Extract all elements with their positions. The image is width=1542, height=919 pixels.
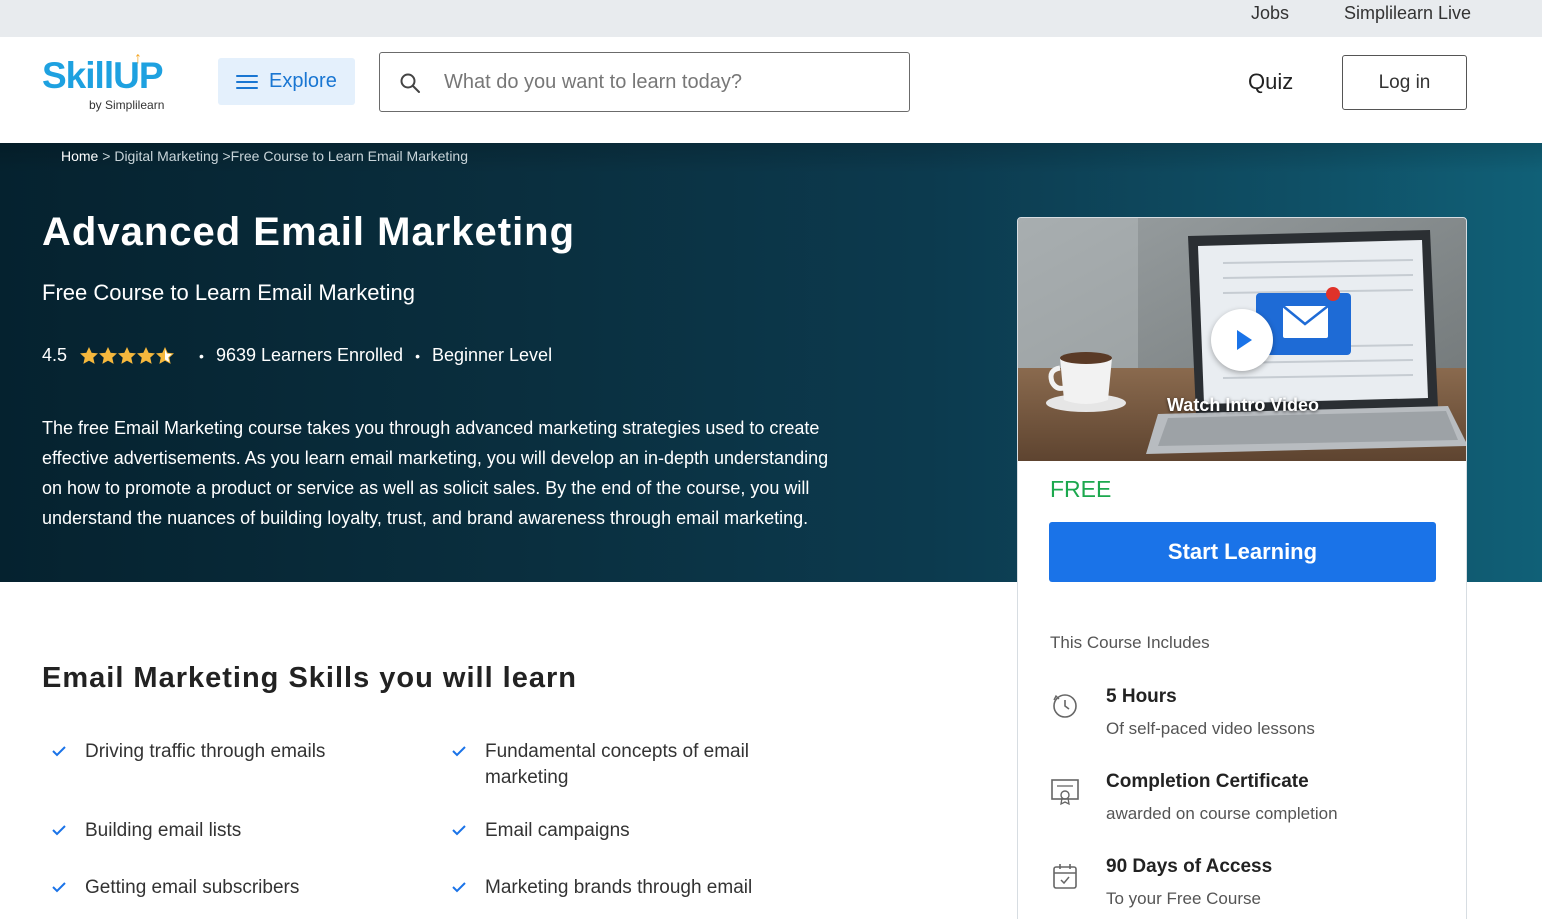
skill-item: Email campaigns — [452, 818, 825, 844]
check-icon — [452, 882, 466, 893]
play-button[interactable] — [1211, 309, 1273, 371]
skillup-logo[interactable]: SkillUP ↑ by Simplilearn — [42, 50, 182, 113]
breadcrumb-current: Free Course to Learn Email Marketing — [230, 148, 468, 164]
calendar-icon — [1053, 864, 1077, 889]
jobs-link[interactable]: Jobs — [1251, 3, 1289, 24]
course-level: Beginner Level — [431, 345, 553, 365]
hamburger-icon — [236, 74, 258, 90]
certificate-icon — [1051, 779, 1079, 806]
rating-stars — [80, 346, 175, 365]
check-icon — [52, 746, 66, 757]
clock-icon — [1053, 694, 1077, 718]
star-icon — [118, 346, 136, 364]
skills-heading: Email Marketing Skills you will learn — [42, 662, 577, 694]
check-icon — [452, 825, 466, 836]
include-title: 90 Days of Access — [1106, 856, 1273, 877]
search-input[interactable] — [444, 65, 884, 99]
skill-item: Fundamental concepts of email marketing — [452, 739, 825, 791]
include-title: Completion Certificate — [1106, 771, 1309, 792]
course-description: The free Email Marketing course takes yo… — [42, 418, 829, 528]
include-subtitle: awarded on course completion — [1106, 804, 1338, 823]
course-title: Advanced Email Marketing — [42, 210, 576, 254]
include-subtitle: To your Free Course — [1106, 889, 1261, 908]
watch-intro-label: Watch Intro Video — [1166, 395, 1319, 415]
skill-item: Getting email subscribers — [52, 875, 425, 901]
star-icon — [99, 346, 117, 364]
explore-label: Explore — [269, 70, 337, 92]
search-icon — [400, 73, 420, 93]
check-icon — [52, 825, 66, 836]
login-button[interactable]: Log in — [1342, 55, 1467, 110]
quiz-link[interactable]: Quiz — [1248, 69, 1293, 95]
intro-video-thumbnail[interactable]: Watch Intro Video — [1018, 218, 1466, 461]
logo-wordmark: SkillUP — [42, 55, 163, 96]
check-icon — [52, 882, 66, 893]
skill-item: Driving traffic through emails — [52, 739, 425, 765]
top-utility-bar: Jobs Simplilearn Live — [0, 0, 1542, 37]
separator-dot: • — [415, 347, 420, 364]
course-meta: 4.5 • 9639 Learners Enrolled • Beginner … — [42, 345, 552, 366]
separator-dot: • — [199, 347, 204, 364]
site-header: SkillUP ↑ by Simplilearn Explore Quiz Lo… — [0, 37, 1542, 143]
play-icon — [1237, 330, 1252, 350]
logo-arrow-icon: ↑ — [134, 50, 142, 67]
includes-heading: This Course Includes — [1050, 633, 1210, 652]
price-label: FREE — [1050, 476, 1112, 502]
search-box[interactable] — [379, 52, 910, 112]
skill-item: Marketing brands through email — [452, 875, 825, 901]
include-title: 5 Hours — [1106, 686, 1177, 707]
start-learning-button[interactable]: Start Learning — [1049, 522, 1436, 582]
explore-button[interactable]: Explore — [218, 58, 355, 105]
check-icon — [452, 746, 466, 757]
logo-subtitle: by Simplilearn — [89, 98, 165, 112]
course-subtitle: Free Course to Learn Email Marketing — [42, 280, 415, 305]
simplilearn-live-link[interactable]: Simplilearn Live — [1344, 3, 1471, 24]
star-icon — [80, 346, 98, 364]
star-icon — [137, 346, 155, 364]
course-card: Watch Intro Video FREE Start Learning Th… — [1017, 217, 1467, 919]
breadcrumb-category[interactable]: Digital Marketing — [114, 148, 218, 164]
breadcrumb: Home > Digital Marketing >Free Course to… — [61, 148, 468, 164]
breadcrumb-home[interactable]: Home — [61, 148, 98, 164]
learners-count: 9639 Learners Enrolled — [215, 345, 404, 365]
star-icon — [156, 346, 174, 364]
include-subtitle: Of self-paced video lessons — [1106, 719, 1315, 738]
rating-value: 4.5 — [42, 345, 68, 365]
skill-item: Building email lists — [52, 818, 425, 844]
